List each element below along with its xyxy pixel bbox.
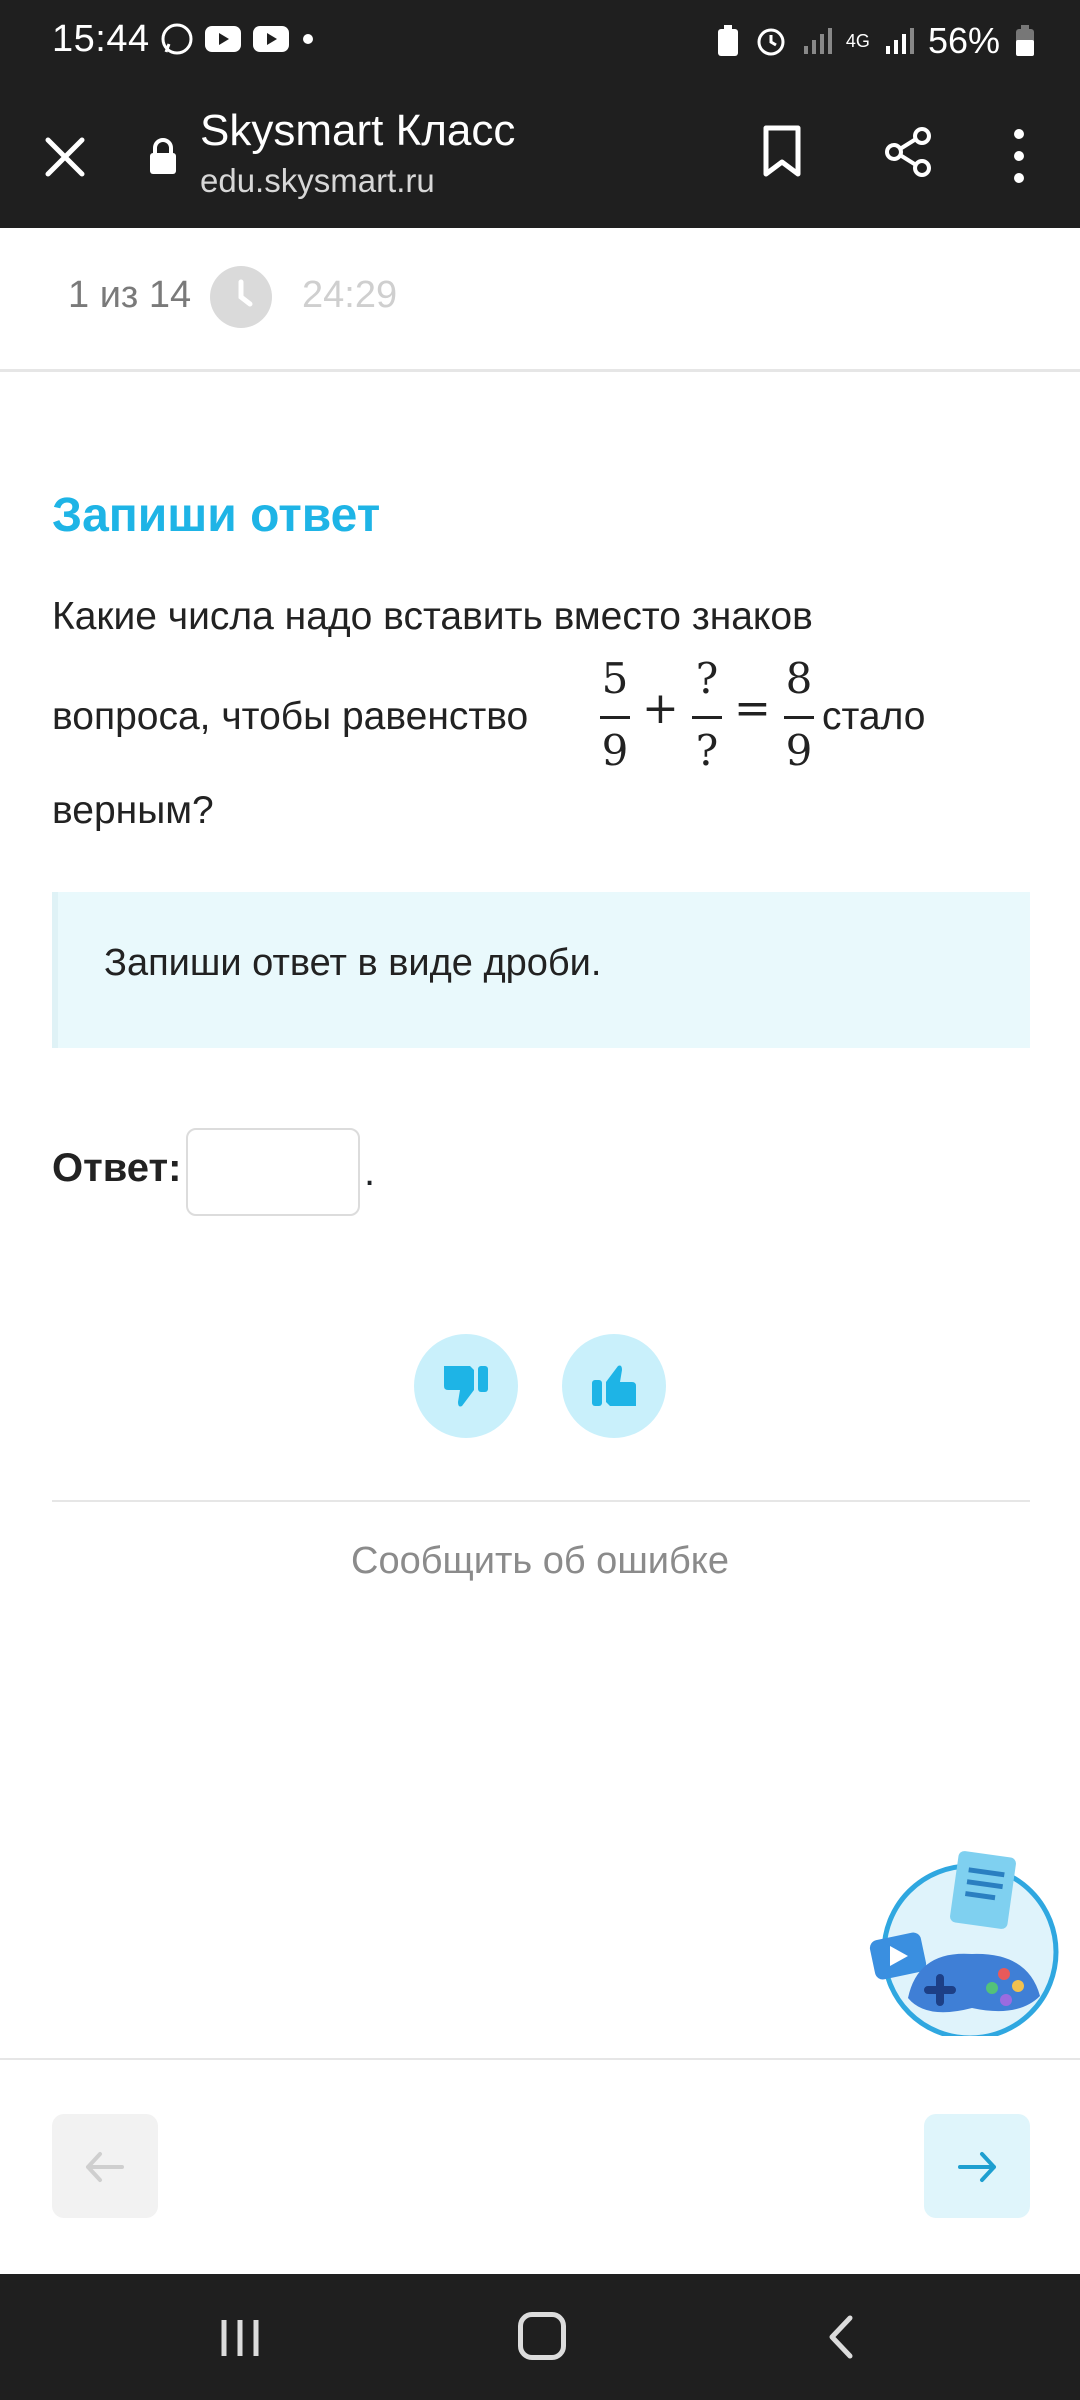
- signal-icon: [803, 28, 832, 54]
- browser-toolbar: Skysmart Класс edu.skysmart.ru: [0, 84, 1080, 228]
- whatsapp-icon: [161, 23, 193, 55]
- denominator: 9: [601, 726, 629, 775]
- lock-icon: [150, 138, 176, 174]
- answer-input[interactable]: [186, 1128, 360, 1216]
- alarm-icon: [757, 28, 785, 56]
- denominator: 9: [785, 726, 813, 775]
- hint-box: Запиши ответ в виде дроби.: [52, 892, 1030, 1048]
- question-line: вопроса, чтобы равенство: [52, 695, 529, 738]
- arrow-right-icon: [958, 2152, 996, 2182]
- answer-suffix: .: [364, 1150, 376, 1194]
- page-url[interactable]: edu.skysmart.ru: [200, 162, 435, 200]
- fraction-equation: 5 9 + ? ? = 8 9: [592, 654, 1022, 782]
- timer: 24:29: [302, 274, 398, 316]
- equals-sign: =: [734, 683, 771, 734]
- more-icon[interactable]: [1004, 126, 1034, 186]
- close-icon[interactable]: [40, 132, 90, 182]
- games-mascot-icon[interactable]: [868, 1846, 1068, 2036]
- thumbs-up-icon: [592, 1365, 636, 1406]
- clock-icon: [210, 266, 272, 328]
- hint-text: Запиши ответ в виде дроби.: [104, 942, 602, 984]
- question-line: верным?: [52, 789, 214, 832]
- system-status-icons: 4G 56%: [716, 20, 1036, 62]
- share-icon[interactable]: [882, 126, 934, 178]
- report-error-link[interactable]: Сообщить об ошибке: [0, 1540, 1080, 1583]
- divider: [0, 2058, 1080, 2060]
- like-button[interactable]: [562, 1334, 666, 1438]
- home-icon[interactable]: [518, 2312, 566, 2360]
- fraction-bar: [600, 716, 630, 719]
- youtube-icon: [205, 26, 241, 52]
- dot-icon: [303, 34, 313, 44]
- task-heading: Запиши ответ: [52, 489, 381, 542]
- page-title: Skysmart Класс: [200, 106, 516, 155]
- back-icon[interactable]: [826, 2314, 856, 2360]
- status-time: 15:44: [52, 18, 150, 60]
- task-counter: 1 из 14: [68, 274, 192, 316]
- task-progress-bar: 1 из 14 24:29: [0, 228, 1080, 372]
- network-type: 4G: [845, 31, 870, 51]
- question-line: стало: [822, 695, 926, 738]
- numerator: 8: [785, 654, 813, 703]
- signal-icon: [885, 28, 914, 54]
- numerator: ?: [695, 654, 719, 703]
- fraction-bar: [784, 716, 814, 719]
- fraction-bar: [692, 716, 722, 719]
- battery-saver-icon: [717, 25, 738, 56]
- system-navigation-bar: [0, 2274, 1080, 2400]
- status-bar: 15:44 4G 56%: [0, 0, 1080, 84]
- previous-button[interactable]: [52, 2114, 158, 2218]
- denominator: ?: [695, 726, 719, 775]
- arrow-left-icon: [86, 2152, 124, 2182]
- bookmark-icon[interactable]: [762, 124, 802, 178]
- plus-sign: +: [642, 683, 679, 734]
- dislike-button[interactable]: [414, 1334, 518, 1438]
- numerator: 5: [601, 654, 629, 703]
- battery-icon: [1016, 25, 1034, 56]
- battery-percent: 56%: [927, 20, 1000, 61]
- next-button[interactable]: [924, 2114, 1030, 2218]
- youtube-icon: [253, 26, 289, 52]
- question-line: Какие числа надо вставить вместо знаков: [52, 595, 813, 638]
- notification-icons: [160, 22, 316, 56]
- recent-apps-icon[interactable]: [218, 2318, 262, 2358]
- answer-label: Ответ:: [52, 1146, 182, 1190]
- divider: [52, 1500, 1030, 1502]
- thumbs-down-icon: [444, 1366, 488, 1407]
